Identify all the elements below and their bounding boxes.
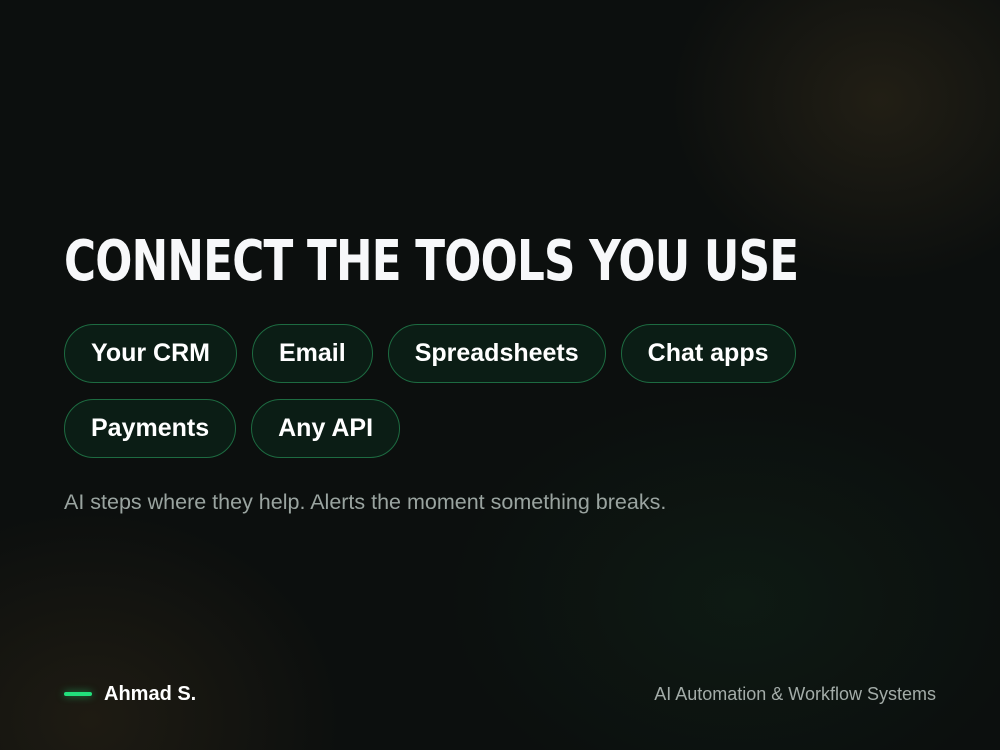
author-name: Ahmad S. [104, 682, 197, 705]
author-brand: Ahmad S. [64, 683, 196, 706]
hero-section: Connect the tools you use Your CRM Email… [64, 226, 944, 515]
chip-email[interactable]: Email [251, 324, 373, 383]
accent-bar-icon [64, 692, 92, 696]
author-role: AI Automation & Workflow Systems [654, 683, 936, 704]
chip-your-crm[interactable]: Your CRM [64, 324, 237, 383]
tool-chip-list: Your CRM Email Spreadsheets Chat apps Pa… [64, 324, 844, 458]
chip-chat-apps[interactable]: Chat apps [620, 324, 796, 383]
chip-any-api[interactable]: Any API [251, 399, 401, 458]
chip-spreadsheets[interactable]: Spreadsheets [387, 324, 606, 383]
chip-payments[interactable]: Payments [64, 399, 237, 458]
tagline: AI steps where they help. Alerts the mom… [64, 490, 667, 514]
footer: Ahmad S. AI Automation & Workflow System… [64, 680, 936, 708]
headline: Connect the tools you use [64, 229, 799, 294]
